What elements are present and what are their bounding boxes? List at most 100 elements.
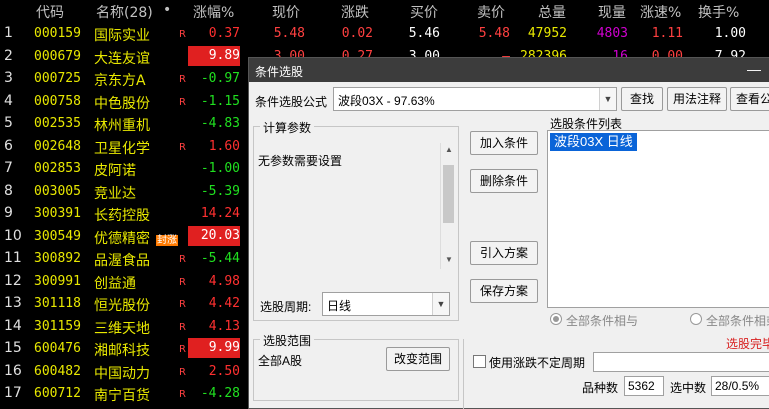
row-index: 16 [4,362,22,379]
stock-name[interactable]: 湘邮科技 [94,340,150,360]
scroll-down-icon[interactable]: ▼ [441,255,457,264]
stock-code[interactable]: 600712 [34,386,81,401]
condition-stock-selection-dialog: 条件选股 — 条件选股公式 波段03X - 97.63% ▼ 查找 用法注释 查… [248,57,769,409]
count-label: 品种数 [582,381,619,395]
change-percent: 20.03 [188,225,240,246]
col-vol-header[interactable]: 总量 [538,2,566,22]
save-scheme-button[interactable]: 保存方案 [470,279,538,303]
change-percent: 14.24 [200,206,240,221]
divider [463,339,464,409]
stock-name[interactable]: 中国动力 [94,363,150,383]
radio-and[interactable] [550,313,562,325]
stock-code[interactable]: 301118 [34,296,81,311]
radio-or[interactable] [690,313,702,325]
margin-flag: R [179,96,186,108]
col-name-header[interactable]: 名称(28) [96,2,153,22]
chevron-down-icon[interactable]: ▼ [432,293,449,315]
col-cur-header[interactable]: 现量 [598,2,626,22]
margin-flag: R [179,141,186,153]
period-input[interactable] [593,352,769,372]
usage-notes-button[interactable]: 用法注释 [667,87,727,111]
dialog-titlebar[interactable]: 条件选股 — [249,58,769,82]
view-formula-button[interactable]: 查看公 [730,87,769,111]
margin-flag: R [179,321,186,333]
scroll-up-icon[interactable]: ▲ [441,145,457,154]
stock-code[interactable]: 000159 [34,26,81,41]
stock-name[interactable]: 南宁百货 [94,385,150,405]
find-button[interactable]: 查找 [621,87,663,111]
stock-code[interactable]: 300892 [34,251,81,266]
radio-and-label: 全部条件相与 [566,314,639,328]
stock-code[interactable]: 600482 [34,364,81,379]
table-header: 代码 名称(28) • 涨幅% 现价 涨跌 买价 卖价 总量 现量 涨速% 换手… [0,0,769,22]
stock-code[interactable]: 300991 [34,274,81,289]
stock-name[interactable]: 品渥食品 [94,250,150,270]
stock-name[interactable]: 国际实业 [94,25,150,45]
stock-name[interactable]: 中色股份 [94,93,150,113]
scroll-thumb[interactable] [443,165,454,223]
row-index: 14 [4,317,22,334]
add-condition-button[interactable]: 加入条件 [470,131,538,155]
stock-name[interactable]: 京东方A [94,70,146,90]
scope-group: 选股范围 全部A股 改变范围 [253,332,459,401]
stock-name[interactable]: 卫星化学 [94,138,150,158]
use-period-checkbox[interactable] [473,355,486,368]
col-speed-header[interactable]: 涨速% [640,2,681,22]
stock-code[interactable]: 000679 [34,49,81,64]
change-percent: 9.89 [188,45,240,66]
change-scope-button[interactable]: 改变范围 [386,347,450,371]
params-scrollbar[interactable]: ▲ ▼ [440,143,457,269]
delete-condition-button[interactable]: 删除条件 [470,169,538,193]
row-index: 9 [4,205,13,221]
stock-code[interactable]: 000758 [34,94,81,109]
stock-code[interactable]: 301159 [34,319,81,334]
minimize-icon[interactable]: — [747,61,761,77]
margin-flag: R [179,74,186,85]
col-code-header[interactable]: 代码 [36,2,64,22]
col-pct-header[interactable]: 涨幅% [193,2,234,22]
stock-code[interactable]: 600476 [34,341,81,356]
change-percent: 9.99 [188,338,240,358]
stock-name[interactable]: 林州重机 [94,115,150,135]
calc-params-text: 无参数需要设置 [258,154,343,168]
formula-select[interactable]: 波段03X - 97.63% ▼ [333,87,617,111]
radio-or-label: 全部条件相或 [706,314,769,328]
col-dot-header: • [163,2,172,18]
formula-label: 条件选股公式 [255,95,328,109]
col-bid-header[interactable]: 买价 [410,2,438,22]
price-change: 0.02 [341,26,373,41]
stock-code[interactable]: 300391 [34,206,81,221]
stock-name[interactable]: 大连友谊 [94,48,150,68]
row-index: 6 [4,137,13,154]
condition-list-item[interactable]: 波段03X 日线 [550,133,637,151]
stock-name[interactable]: 创益通 [94,273,136,293]
change-percent: 2.50 [208,363,240,379]
stock-code[interactable]: 002853 [34,161,81,176]
condition-list[interactable]: 波段03X 日线 [547,130,769,308]
col-price-header[interactable]: 现价 [272,2,300,22]
col-chg-header[interactable]: 涨跌 [341,2,369,22]
stock-name[interactable]: 三维天地 [94,318,150,338]
stock-name[interactable]: 皮阿诺 [94,160,136,180]
stock-name[interactable]: 优德精密 [94,228,150,248]
stock-code[interactable]: 000725 [34,71,81,86]
stock-code[interactable]: 300549 [34,229,81,244]
change-percent: -4.28 [200,386,240,401]
stock-code[interactable]: 002535 [34,116,81,131]
stock-name[interactable]: 恒光股份 [94,295,150,315]
change-percent: 4.98 [208,273,240,289]
stock-code[interactable]: 003005 [34,184,81,199]
stock-name[interactable]: 长药控股 [94,205,150,225]
row-index: 12 [4,272,22,289]
chevron-down-icon[interactable]: ▼ [599,88,616,110]
table-row[interactable]: 1 000159 国际实业 R 0.37 5.48 0.02 5.46 5.48 47952 480… [0,22,769,44]
col-turn-header[interactable]: 换手% [698,2,739,22]
import-scheme-button[interactable]: 引入方案 [470,241,538,265]
stock-name[interactable]: 竞业达 [94,183,136,203]
period-select[interactable]: 日线 ▼ [322,292,450,316]
stock-code[interactable]: 002648 [34,139,81,154]
limit-up-tag: 封涨 [156,234,178,246]
change-percent: 1.60 [208,138,240,154]
scope-title: 选股范围 [260,332,315,349]
col-ask-header[interactable]: 卖价 [477,2,505,22]
